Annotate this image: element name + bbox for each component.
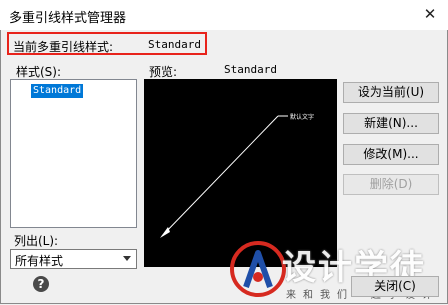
preview-style-name: Standard <box>224 63 277 76</box>
arrowhead-icon <box>160 227 170 238</box>
new-button[interactable]: 新建(N)... <box>343 113 439 134</box>
leader-line <box>161 115 279 237</box>
current-style-label: 当前多重引线样式: <box>13 40 114 54</box>
list-filter-value: 所有样式 <box>15 254 64 268</box>
preview-label: 预览: <box>149 65 178 79</box>
window-title: 多重引线样式管理器 <box>9 11 127 26</box>
list-filter-label: 列出(L): <box>14 234 59 248</box>
close-icon[interactable]: ✕ <box>418 2 442 26</box>
styles-list[interactable]: Standard <box>10 79 137 228</box>
help-icon[interactable]: ? <box>33 276 49 292</box>
title-bar: 多重引线样式管理器 ✕ <box>0 0 448 30</box>
styles-label: 样式(S): <box>16 65 62 79</box>
chevron-down-icon <box>123 256 131 261</box>
list-item[interactable]: Standard <box>31 84 84 98</box>
list-filter-dropdown[interactable]: 所有样式 <box>10 249 137 269</box>
set-current-button[interactable]: 设为当前(U) <box>343 82 439 103</box>
current-style-value: Standard <box>148 38 201 51</box>
preview-sample-text: 默认文字 <box>290 113 314 121</box>
delete-button[interactable]: 删除(D) <box>343 174 439 195</box>
modify-button[interactable]: 修改(M)... <box>343 144 439 165</box>
close-button[interactable]: 关闭(C) <box>351 276 439 297</box>
watermark-logo-icon <box>230 241 286 297</box>
